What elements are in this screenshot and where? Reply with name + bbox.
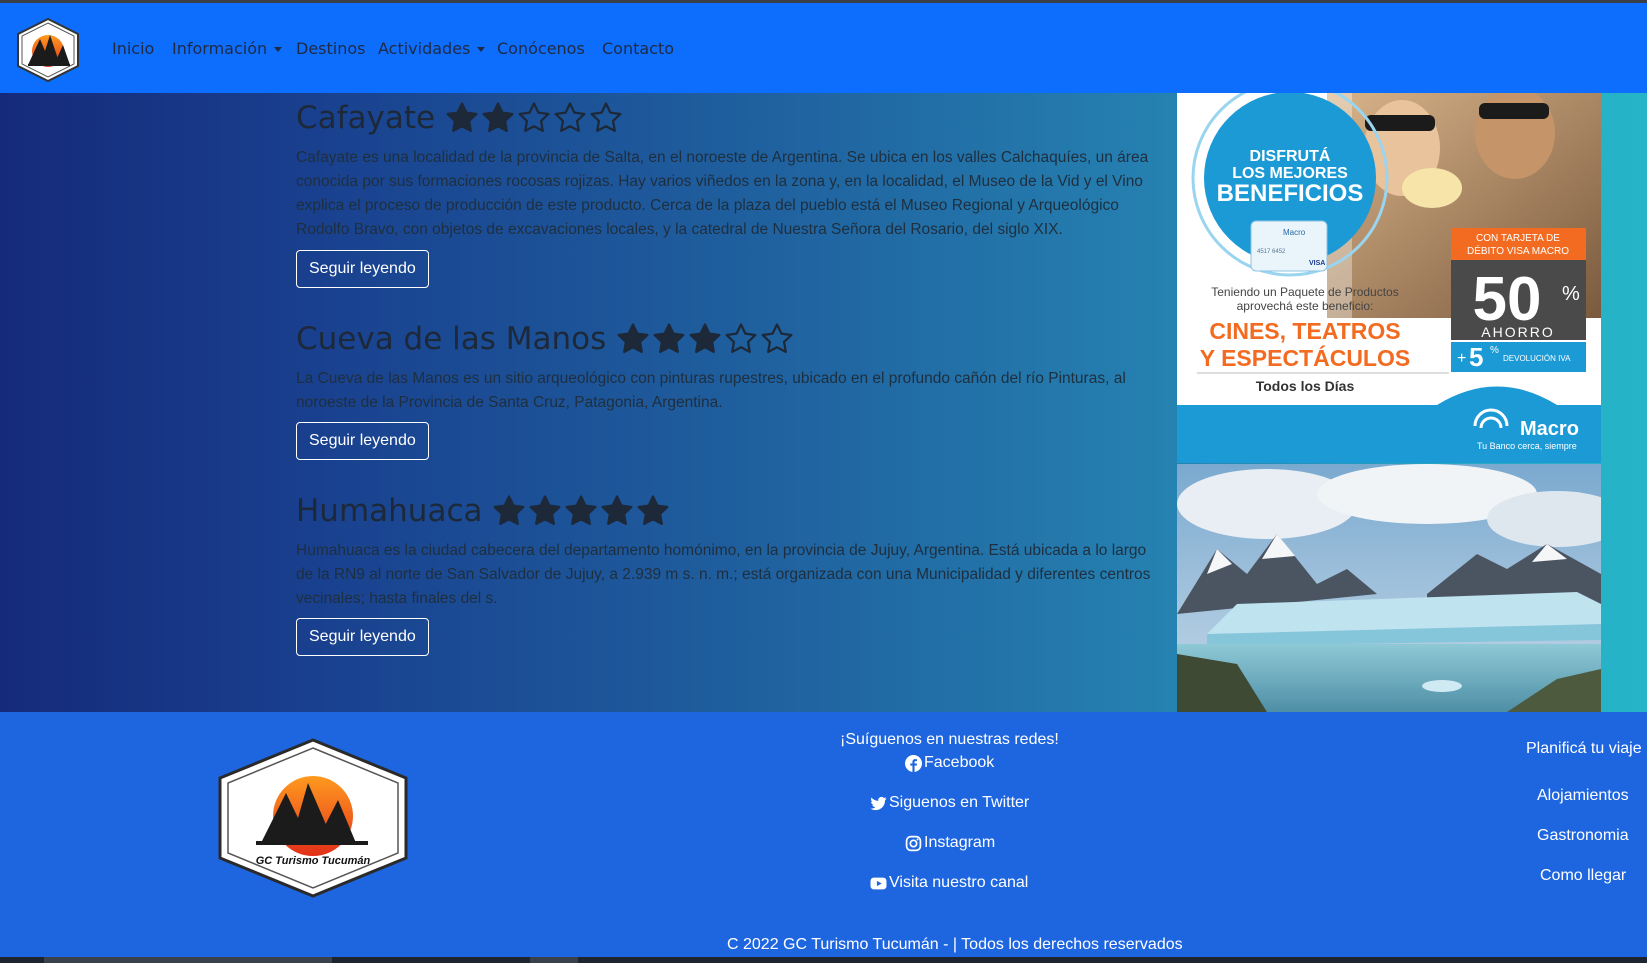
destinations-section: Cafayate Cafayate es una localidad de la… [0,93,1647,712]
nav-actividades-dropdown[interactable]: Actividades [378,39,486,58]
article-text: La Cueva de las Manos es un sitio arqueo… [296,370,1126,411]
ad-refund-number: 5 [1469,342,1483,372]
star-rating [445,101,623,135]
read-more-button[interactable]: Seguir leyendo [296,618,429,656]
article-humahuaca: Humahuaca Humahuaca es la ciudad cabecer… [296,491,1166,656]
facebook-icon [905,754,922,772]
article-title: Humahuaca [296,493,483,529]
credit-card-image: Macro 4517 6452 VISA [1250,220,1328,272]
star-empty-icon [725,323,757,354]
plan-link-como-llegar[interactable]: Como llegar [1540,867,1626,885]
read-more-button[interactable]: Seguir leyendo [296,422,429,460]
nav-actividades-label: Actividades [378,39,471,58]
article-title: Cafayate [296,100,436,136]
ad-plus: + [1457,350,1466,367]
instagram-icon [905,835,922,851]
ad-percent: % [1562,283,1580,305]
article-title: Cueva de las Manos [296,321,607,357]
article-text: Humahuaca es la ciudad cabecera del depa… [296,542,1151,607]
social-link-youtube[interactable]: Visita nuestro canal [870,874,1028,892]
nav-conocenos[interactable]: Conócenos [497,39,585,58]
footer-logo-text: GC Turismo Tucumán [256,855,371,867]
star-empty-icon [761,323,793,354]
read-more-button[interactable]: Seguir leyendo [296,250,429,288]
star-filled-icon [653,323,685,354]
article-cueva-de-las-manos: Cueva de las Manos La Cueva de las Manos… [296,319,1166,460]
nav-informacion-label: Información [172,39,268,58]
plan-trip-title: Planificá tu viaje [1526,740,1642,757]
social-label: Visita nuestro canal [889,874,1029,891]
star-filled-icon [602,495,633,526]
star-filled-icon [494,495,525,526]
ad-refund-text: DEVOLUCIÓN IVA [1503,354,1571,363]
star-rating [492,494,670,528]
ad-days: Todos los Días [1256,378,1355,394]
social-link-twitter[interactable]: Siguenos en Twitter [870,794,1029,812]
ad-package-line-1: Teniendo un Paquete de Productos [1211,285,1398,299]
star-filled-icon [638,495,669,526]
star-rating [616,322,794,356]
brand-logo[interactable] [14,17,82,83]
social-title: ¡Suíguenos en nuestras redes! [840,731,1059,748]
plan-link-gastronomia[interactable]: Gastronomia [1537,827,1629,845]
copyright-text: C 2022 GC Turismo Tucumán - | Todos los … [727,936,1183,953]
star-empty-icon [590,102,622,133]
article-cafayate: Cafayate Cafayate es una localidad de la… [296,98,1166,288]
card-visa: VISA [1309,260,1325,267]
twitter-icon [870,796,887,810]
nav-informacion-dropdown[interactable]: Información [172,39,283,58]
star-filled-icon [530,495,561,526]
social-label: Instagram [924,834,996,851]
ad-headline-1: DISFRUTÁ [1250,146,1331,165]
star-filled-icon [482,102,514,133]
macro-ad-banner[interactable]: DISFRUTÁ LOS MEJORES BENEFICIOS Macro 45… [1177,93,1601,463]
nav-contacto[interactable]: Contacto [602,39,674,58]
ad-package-line-2: aprovechá este beneficio: [1237,299,1374,313]
ad-bank-name: Macro [1520,418,1579,440]
navbar: Inicio Información Destinos Actividades … [0,3,1647,93]
star-filled-icon [566,495,597,526]
chevron-down-icon [477,47,486,52]
bottom-scrollbar-strip [0,957,1647,963]
social-label: Siguenos en Twitter [889,794,1030,811]
youtube-icon [870,877,887,889]
social-link-facebook[interactable]: Facebook [905,754,994,772]
ad-offer-2: Y ESPECTÁCULOS [1200,344,1410,371]
article-text: Cafayate es una localidad de la provinci… [296,149,1149,238]
article-title-row: Humahuaca [296,491,1166,531]
nav-destinos[interactable]: Destinos [296,39,365,58]
star-empty-icon [554,102,586,133]
nav-inicio[interactable]: Inicio [112,39,154,58]
ad-tag-1: CON TARJETA DE [1476,233,1560,244]
chevron-down-icon [274,47,283,52]
ad-tag-2: DÉBITO VISA MACRO [1467,244,1569,257]
footer-logo: GC Turismo Tucumán [216,738,410,898]
ad-savings: AHORRO [1481,324,1554,340]
footer: GC Turismo Tucumán ¡Suíguenos en nuestra… [0,712,1647,957]
social-label: Facebook [924,754,995,771]
article-title-row: Cafayate [296,98,1166,138]
scrollbar-segment [44,957,332,963]
ad-bank-slogan: Tu Banco cerca, siempre [1477,441,1577,451]
star-filled-icon [617,323,649,354]
ad-headline-3: BENEFICIOS [1217,180,1364,207]
star-filled-icon [446,102,478,133]
ad-refund-percent: % [1490,345,1499,356]
card-number: 4517 6452 [1257,249,1286,255]
glacier-photo [1177,464,1601,712]
star-filled-icon [689,323,721,354]
star-empty-icon [518,102,550,133]
social-link-instagram[interactable]: Instagram [905,834,995,852]
article-title-row: Cueva de las Manos [296,319,1166,359]
card-brand: Macro [1283,228,1306,237]
plan-link-alojamientos[interactable]: Alojamientos [1537,787,1629,805]
ad-offer-1: CINES, TEATROS [1209,318,1400,344]
scrollbar-thumb[interactable] [530,957,578,963]
